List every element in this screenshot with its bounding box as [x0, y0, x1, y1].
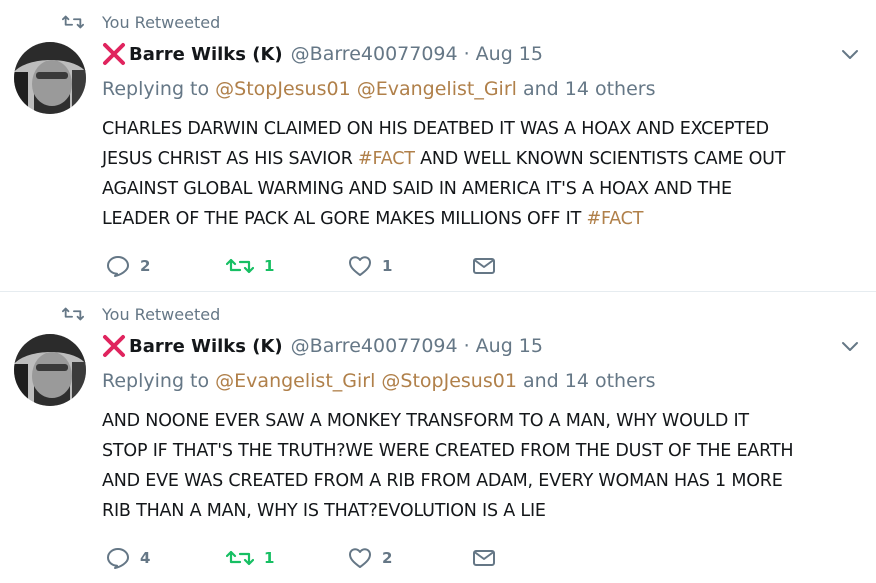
tweet[interactable]: You Retweeted Barre Wilks (K) @Barre4007… — [0, 0, 876, 292]
replying-to: Replying to @Evangelist_Girl @StopJesus0… — [102, 370, 656, 392]
author-display-name[interactable]: Barre Wilks (K) — [129, 44, 283, 65]
tweet-header: Barre Wilks (K) @Barre40077094 · Aug 15 — [102, 330, 543, 362]
replying-others[interactable]: and 14 others — [523, 370, 656, 392]
tweet-text-line: STOP IF THAT'S THE TRUTH?WE WERE CREATED… — [102, 441, 794, 461]
reply-button[interactable]: 4 — [106, 547, 226, 569]
tweet-text: AND NOONE EVER SAW A MONKEY TRANSFORM TO… — [102, 406, 862, 526]
reply-icon — [107, 548, 129, 569]
tweet-text-line: AND NOONE EVER SAW A MONKEY TRANSFORM TO… — [102, 411, 749, 431]
avatar[interactable] — [14, 334, 86, 406]
author-handle[interactable]: @Barre40077094 — [291, 335, 458, 357]
direct-message-button[interactable] — [472, 256, 512, 276]
replying-to: Replying to @StopJesus01 @Evangelist_Gir… — [102, 78, 656, 100]
chevron-down-icon[interactable] — [840, 336, 860, 356]
envelope-icon — [473, 550, 495, 566]
tweet-text-line: LEADER OF THE PACK AL GORE MAKES MILLION… — [102, 209, 644, 229]
retweet-count: 1 — [264, 257, 275, 275]
mention-link[interactable]: @StopJesus01 — [215, 78, 351, 100]
heart-icon — [349, 256, 371, 276]
separator-dot: · — [463, 43, 470, 65]
replying-others[interactable]: and 14 others — [523, 78, 656, 100]
chevron-down-icon[interactable] — [840, 44, 860, 64]
reply-icon — [107, 256, 129, 277]
retweet-count: 1 — [264, 549, 275, 567]
retweet-button[interactable]: 1 — [226, 548, 348, 568]
retweet-context: You Retweeted — [62, 302, 220, 326]
hashtag-link[interactable]: #FACT — [358, 149, 415, 169]
tweet-text-line: AND EVE WAS CREATED FROM A RIB FROM ADAM… — [102, 471, 783, 491]
red-x-icon — [103, 335, 125, 357]
mention-link[interactable]: @StopJesus01 — [381, 370, 517, 392]
tweet-text-line: JESUS CHRIST AS HIS SAVIOR #FACT AND WEL… — [102, 149, 786, 169]
retweet-context: You Retweeted — [62, 10, 220, 34]
retweet-button[interactable]: 1 — [226, 256, 348, 276]
author-display-name[interactable]: Barre Wilks (K) — [129, 336, 283, 357]
avatar-photo — [14, 334, 86, 406]
like-button[interactable]: 2 — [348, 547, 472, 569]
retweet-icon — [62, 307, 84, 321]
like-button[interactable]: 1 — [348, 255, 472, 277]
tweet-date[interactable]: Aug 15 — [476, 335, 543, 357]
retweet-icon — [226, 258, 254, 274]
retweet-context-label: You Retweeted — [102, 304, 221, 324]
reply-button[interactable]: 2 — [106, 255, 226, 277]
avatar[interactable] — [14, 42, 86, 114]
separator-dot: · — [463, 335, 470, 357]
mention-link[interactable]: @Evangelist_Girl — [357, 78, 517, 100]
tweet-text-line: AGAINST GLOBAL WARMING AND SAID IN AMERI… — [102, 179, 732, 199]
red-x-icon — [103, 43, 125, 65]
tweet-text-line: RIB THAN A MAN, WHY IS THAT?EVOLUTION IS… — [102, 501, 546, 521]
avatar-photo — [14, 42, 86, 114]
author-handle[interactable]: @Barre40077094 — [291, 43, 458, 65]
like-count: 2 — [382, 549, 393, 567]
reply-count: 2 — [140, 257, 151, 275]
tweet-date[interactable]: Aug 15 — [476, 43, 543, 65]
envelope-icon — [473, 258, 495, 274]
reply-count: 4 — [140, 549, 151, 567]
tweet-text-line: CHARLES DARWIN CLAIMED ON HIS DEATBED IT… — [102, 119, 769, 139]
mention-link[interactable]: @Evangelist_Girl — [215, 370, 375, 392]
retweet-context-label: You Retweeted — [102, 12, 221, 32]
retweet-icon — [62, 15, 84, 29]
like-count: 1 — [382, 257, 393, 275]
direct-message-button[interactable] — [472, 548, 512, 568]
tweet-text: CHARLES DARWIN CLAIMED ON HIS DEATBED IT… — [102, 114, 862, 234]
tweet-actions: 2 1 1 — [106, 254, 512, 278]
tweet-header: Barre Wilks (K) @Barre40077094 · Aug 15 — [102, 38, 543, 70]
tweet[interactable]: You Retweeted Barre Wilks (K) @Barre4007… — [0, 292, 876, 583]
replying-prefix: Replying to — [102, 78, 210, 100]
replying-prefix: Replying to — [102, 370, 210, 392]
hashtag-link[interactable]: #FACT — [586, 209, 643, 229]
tweet-actions: 4 1 2 — [106, 546, 512, 570]
retweet-icon — [226, 550, 254, 566]
heart-icon — [349, 548, 371, 568]
